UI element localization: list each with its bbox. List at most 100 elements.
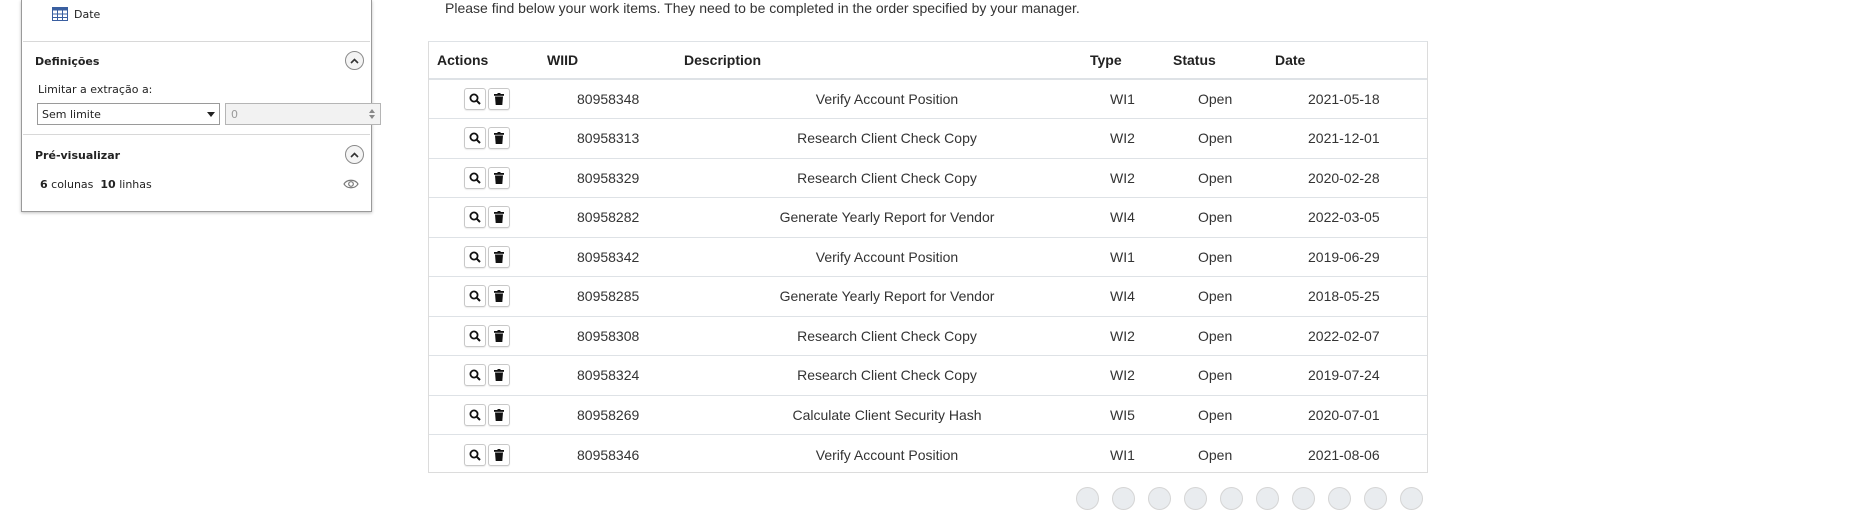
table-row: 80958313 Research Client Check Copy WI2 Ope…	[429, 118, 1427, 158]
trash-icon	[494, 290, 504, 303]
preview-columns-count: 6	[40, 178, 48, 191]
header-actions: Actions	[429, 42, 547, 80]
cell-type: WI2	[1090, 355, 1173, 395]
cell-description: Research Client Check Copy	[684, 355, 1090, 395]
cell-wiid: 80958308	[547, 315, 684, 356]
caret-down-icon	[207, 111, 215, 117]
settings-collapse-button[interactable]	[345, 51, 364, 70]
page-button[interactable]	[1256, 487, 1279, 510]
trash-icon	[494, 329, 504, 342]
row-actions	[429, 315, 547, 356]
table-icon	[52, 7, 68, 21]
row-actions	[429, 118, 547, 158]
page-button[interactable]	[1220, 487, 1243, 510]
row-actions	[429, 394, 547, 435]
intro-text: Please find below your work items. They …	[445, 0, 1080, 16]
delete-button[interactable]	[488, 285, 510, 308]
search-icon	[469, 132, 481, 144]
view-button[interactable]	[464, 324, 486, 347]
limit-number-input[interactable]: 0	[225, 103, 381, 125]
delete-button[interactable]	[488, 206, 510, 229]
search-icon	[469, 409, 481, 421]
page-button[interactable]	[1328, 487, 1351, 510]
chevron-up-icon	[350, 57, 359, 64]
page-button[interactable]	[1112, 487, 1135, 510]
cell-date: 2019-07-24	[1275, 355, 1427, 395]
table-row: 80958308 Research Client Check Copy WI2 Ope…	[429, 315, 1427, 356]
delete-button[interactable]	[488, 443, 510, 466]
field-date[interactable]: Date	[52, 6, 100, 22]
delete-button[interactable]	[488, 88, 510, 110]
cell-date: 2020-02-28	[1275, 157, 1427, 198]
trash-icon	[494, 171, 504, 184]
cell-date: 2018-05-25	[1275, 276, 1427, 316]
row-actions	[429, 434, 547, 474]
page-button[interactable]	[1148, 487, 1171, 510]
cell-date: 2021-05-18	[1275, 78, 1427, 119]
delete-button[interactable]	[488, 403, 510, 426]
cell-type: WI2	[1090, 157, 1173, 198]
cell-date: 2021-12-01	[1275, 118, 1427, 158]
preview-rows-word: linhas	[119, 178, 152, 191]
settings-title: Definições	[35, 55, 100, 68]
delete-button[interactable]	[488, 127, 510, 150]
delete-button[interactable]	[488, 324, 510, 347]
search-icon	[469, 211, 481, 223]
table-row: 80958342 Verify Account Position WI1 Open 20…	[429, 236, 1427, 277]
page-button[interactable]	[1184, 487, 1207, 510]
limit-select-value: Sem limite	[42, 107, 101, 121]
cell-status: Open	[1173, 355, 1275, 395]
view-button[interactable]	[464, 443, 486, 466]
view-button[interactable]	[464, 285, 486, 308]
view-button[interactable]	[464, 245, 486, 268]
search-icon	[469, 449, 481, 461]
cell-description: Calculate Client Security Hash	[684, 394, 1090, 435]
preview-collapse-button[interactable]	[345, 145, 364, 164]
pagination	[1076, 487, 1423, 510]
search-icon	[469, 290, 481, 302]
header-type: Type	[1090, 42, 1173, 80]
number-spinner[interactable]	[369, 109, 375, 119]
preview-rows-count: 10	[100, 178, 116, 191]
view-button[interactable]	[464, 88, 486, 110]
row-actions	[429, 276, 547, 316]
view-button[interactable]	[464, 403, 486, 426]
view-button[interactable]	[464, 166, 486, 189]
page-button[interactable]	[1076, 487, 1099, 510]
trash-icon	[494, 448, 504, 461]
row-actions	[429, 157, 547, 198]
cell-date: 2021-08-06	[1275, 434, 1427, 474]
preview-columns-word: colunas	[51, 178, 94, 191]
eye-icon[interactable]	[343, 178, 359, 190]
cell-status: Open	[1173, 315, 1275, 356]
delete-button[interactable]	[488, 245, 510, 268]
page-button[interactable]	[1400, 487, 1423, 510]
divider	[23, 41, 370, 42]
field-date-label: Date	[74, 7, 101, 21]
delete-button[interactable]	[488, 166, 510, 189]
table-row: 80958346 Verify Account Position WI1 Open 20…	[429, 434, 1427, 474]
view-button[interactable]	[464, 364, 486, 387]
header-description: Description	[684, 42, 1090, 80]
cell-description: Verify Account Position	[684, 236, 1090, 277]
cell-status: Open	[1173, 197, 1275, 237]
view-button[interactable]	[464, 127, 486, 150]
header-date: Date	[1275, 42, 1427, 80]
cell-type: WI2	[1090, 118, 1173, 158]
cell-wiid: 80958269	[547, 394, 684, 435]
delete-button[interactable]	[488, 364, 510, 387]
table-row: 80958324 Research Client Check Copy WI2 Ope…	[429, 355, 1427, 395]
cell-status: Open	[1173, 434, 1275, 474]
trash-icon	[494, 250, 504, 263]
page-button[interactable]	[1364, 487, 1387, 510]
divider	[23, 134, 370, 135]
cell-date: 2022-03-05	[1275, 197, 1427, 237]
cell-status: Open	[1173, 236, 1275, 277]
cell-description: Generate Yearly Report for Vendor	[684, 197, 1090, 237]
limit-select[interactable]: Sem limite	[37, 103, 220, 125]
trash-icon	[494, 408, 504, 421]
row-actions	[429, 197, 547, 237]
page-button[interactable]	[1292, 487, 1315, 510]
view-button[interactable]	[464, 206, 486, 229]
search-icon	[469, 330, 481, 342]
